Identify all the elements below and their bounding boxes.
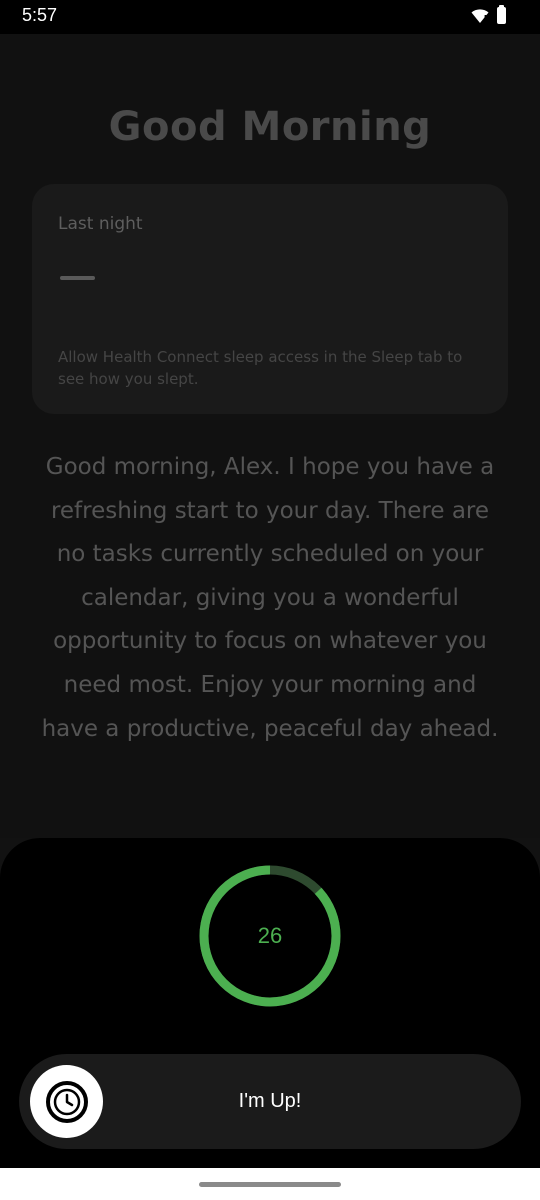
gesture-handle[interactable] <box>199 1182 341 1187</box>
slider-thumb[interactable] <box>30 1065 103 1138</box>
status-icons <box>471 5 506 24</box>
morning-summary: Good Morning Last night Allow Health Con… <box>0 34 540 838</box>
dismiss-slider[interactable]: I'm Up! <box>19 1054 521 1149</box>
wifi-icon <box>471 8 489 23</box>
countdown-timer: 26 <box>197 863 343 1009</box>
sleep-card-hint: Allow Health Connect sleep access in the… <box>58 348 463 388</box>
countdown-value: 26 <box>257 923 283 948</box>
morning-message: Good morning, Alex. I hope you have a re… <box>41 454 499 742</box>
status-bar: 5:57 <box>0 0 540 34</box>
status-time: 5:57 <box>22 5 58 25</box>
navigation-bar <box>0 1168 540 1200</box>
sleep-value-placeholder <box>60 276 95 280</box>
battery-icon <box>497 5 506 24</box>
alarm-clock-icon <box>45 1080 88 1123</box>
alarm-screen: 5:57 Good Morning Last night Allow Healt… <box>0 0 540 1200</box>
alarm-bottom-sheet: 26 I'm Up! <box>0 838 540 1168</box>
sleep-card-label: Last night <box>58 214 143 234</box>
page-title: Good Morning <box>108 104 432 150</box>
sleep-card[interactable]: Last night Allow Health Connect sleep ac… <box>32 184 508 414</box>
